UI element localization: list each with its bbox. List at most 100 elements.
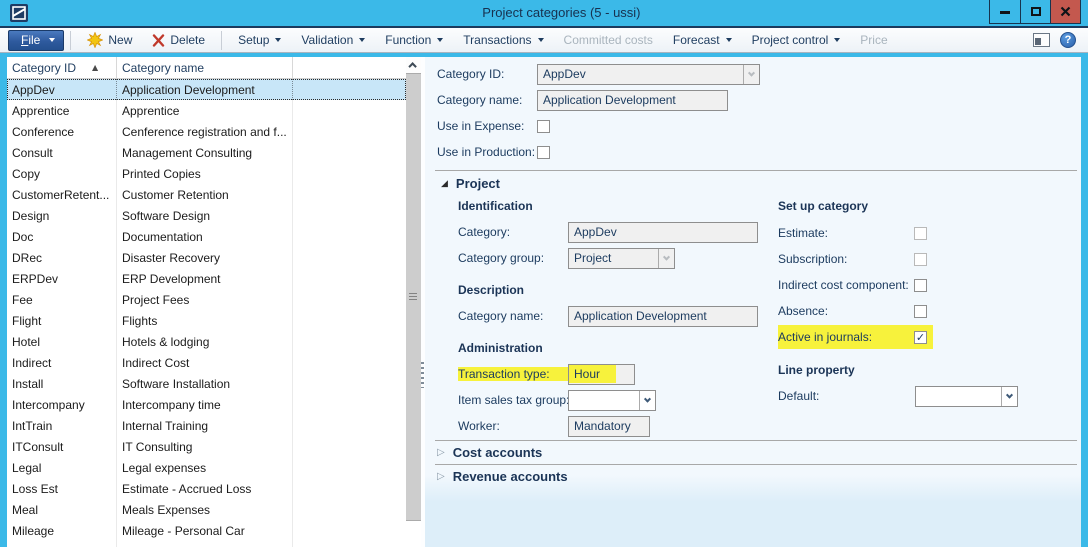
checkbox[interactable]	[914, 305, 927, 318]
transaction-type-field[interactable]: Hour	[568, 364, 635, 385]
cell-category-id[interactable]: CustomerRetent...	[7, 184, 117, 205]
column-header-category-name[interactable]: Category name	[117, 57, 293, 78]
description-category-name-field[interactable]: Application Development	[568, 306, 758, 327]
chevron-down-icon[interactable]	[743, 65, 759, 84]
use-in-expense-checkbox[interactable]	[537, 120, 550, 133]
table-row[interactable]: Flight Flights	[7, 310, 406, 331]
use-in-production-checkbox[interactable]	[537, 146, 550, 159]
table-row[interactable]: ERPDev ERP Development	[7, 268, 406, 289]
menu-validation[interactable]: Validation	[291, 30, 375, 51]
cell-category-name[interactable]: Flights	[117, 310, 293, 331]
cell-category-name[interactable]: Mileage - Personal Car	[117, 520, 293, 541]
cell-category-name[interactable]: Software Installation	[117, 373, 293, 394]
cell-category-id[interactable]: Meal	[7, 499, 117, 520]
cell-category-name[interactable]: Management Consulting	[117, 142, 293, 163]
table-row[interactable]: Conference Cenference registration and f…	[7, 121, 406, 142]
table-row[interactable]: Hotel Hotels & lodging	[7, 331, 406, 352]
cell-category-name[interactable]: Meals Expenses	[117, 499, 293, 520]
checkbox[interactable]	[914, 253, 927, 266]
checkbox[interactable]	[914, 279, 927, 292]
help-icon[interactable]: ?	[1060, 32, 1076, 48]
minimize-button[interactable]	[990, 0, 1020, 23]
table-row[interactable]: Consult Management Consulting	[7, 142, 406, 163]
cell-category-name[interactable]: ERP Development	[117, 268, 293, 289]
delete-button[interactable]: Delete	[142, 30, 215, 51]
cell-category-name[interactable]: Application Development	[117, 79, 293, 100]
menu-setup[interactable]: Setup	[228, 30, 291, 51]
cell-category-id[interactable]: Hotel	[7, 331, 117, 352]
table-row[interactable]: Loss Est Estimate - Accrued Loss	[7, 478, 406, 499]
cell-category-name[interactable]: Customer Retention	[117, 184, 293, 205]
chevron-down-icon[interactable]	[658, 249, 674, 268]
section-project[interactable]: ◢ Project	[441, 176, 500, 191]
category-id-combobox[interactable]: AppDev	[537, 64, 760, 85]
maximize-button[interactable]	[1020, 0, 1050, 23]
new-button[interactable]: New	[77, 30, 142, 51]
grid-scrollbar[interactable]	[406, 57, 421, 547]
menu-project-control[interactable]: Project control	[742, 30, 851, 51]
scrollbar-thumb[interactable]	[406, 73, 421, 521]
chevron-down-icon[interactable]	[639, 391, 655, 410]
cell-category-name[interactable]: Intercompany time	[117, 394, 293, 415]
category-group-combobox[interactable]: Project	[568, 248, 675, 269]
table-row[interactable]: Install Software Installation	[7, 373, 406, 394]
cell-category-name[interactable]: IT Consulting	[117, 436, 293, 457]
table-row[interactable]: Legal Legal expenses	[7, 457, 406, 478]
file-menu-button[interactable]: File	[8, 30, 64, 51]
table-row[interactable]: Copy Printed Copies	[7, 163, 406, 184]
cell-category-id[interactable]: Consult	[7, 142, 117, 163]
cell-category-id[interactable]: ITConsult	[7, 436, 117, 457]
table-row[interactable]: CustomerRetent... Customer Retention	[7, 184, 406, 205]
menu-function[interactable]: Function	[375, 30, 453, 51]
category-name-field[interactable]: Application Development	[537, 90, 728, 111]
worker-field[interactable]: Mandatory	[568, 416, 650, 437]
item-sales-tax-group-combobox[interactable]	[568, 390, 656, 411]
table-row[interactable]: Apprentice Apprentice	[7, 100, 406, 121]
chevron-down-icon[interactable]	[1001, 387, 1017, 406]
cell-category-id[interactable]: PM...	[7, 541, 117, 547]
section-revenue-accounts[interactable]: ▷ Revenue accounts	[437, 469, 568, 484]
table-row[interactable]: Doc Documentation	[7, 226, 406, 247]
cell-category-id[interactable]: Mileage	[7, 520, 117, 541]
cell-category-id[interactable]: Design	[7, 205, 117, 226]
table-row[interactable]: Fee Project Fees	[7, 289, 406, 310]
cell-category-id[interactable]: Apprentice	[7, 100, 117, 121]
checkbox[interactable]	[914, 331, 927, 344]
close-button[interactable]	[1050, 0, 1080, 23]
cell-category-id[interactable]: IntTrain	[7, 415, 117, 436]
cell-category-id[interactable]: Legal	[7, 457, 117, 478]
cell-category-id[interactable]: Fee	[7, 289, 117, 310]
cell-category-id[interactable]: Install	[7, 373, 117, 394]
default-combobox[interactable]	[915, 386, 1018, 407]
table-row[interactable]: Indirect Indirect Cost	[7, 352, 406, 373]
cell-category-id[interactable]: AppDev	[7, 79, 117, 100]
cell-category-name[interactable]: Indirect Cost	[117, 352, 293, 373]
cell-category-name[interactable]: Estimate - Accrued Loss	[117, 478, 293, 499]
checkbox[interactable]	[914, 227, 927, 240]
cell-category-id[interactable]: Loss Est	[7, 478, 117, 499]
table-row[interactable]: Meal Meals Expenses	[7, 499, 406, 520]
cell-category-id[interactable]: Doc	[7, 226, 117, 247]
cell-category-name[interactable]: Internal Training	[117, 415, 293, 436]
cell-category-name[interactable]: Legal expenses	[117, 457, 293, 478]
cell-category-id[interactable]: DRec	[7, 247, 117, 268]
table-row[interactable]: AppDev Application Development	[7, 79, 406, 100]
table-row[interactable]: PM... Project Management	[7, 541, 406, 547]
menu-transactions[interactable]: Transactions	[453, 30, 553, 51]
cell-category-name[interactable]: Hotels & lodging	[117, 331, 293, 352]
layout-icon[interactable]	[1033, 33, 1050, 47]
cell-category-id[interactable]: Indirect	[7, 352, 117, 373]
cell-category-name[interactable]: Disaster Recovery	[117, 247, 293, 268]
table-row[interactable]: Design Software Design	[7, 205, 406, 226]
cell-category-name[interactable]: Project Management	[117, 541, 293, 547]
cell-category-name[interactable]: Apprentice	[117, 100, 293, 121]
table-row[interactable]: Mileage Mileage - Personal Car	[7, 520, 406, 541]
table-row[interactable]: IntTrain Internal Training	[7, 415, 406, 436]
category-field[interactable]: AppDev	[568, 222, 758, 243]
cell-category-id[interactable]: Flight	[7, 310, 117, 331]
table-row[interactable]: ITConsult IT Consulting	[7, 436, 406, 457]
column-header-category-id[interactable]: Category ID ▲	[7, 57, 117, 78]
menu-forecast[interactable]: Forecast	[663, 30, 742, 51]
cell-category-id[interactable]: Intercompany	[7, 394, 117, 415]
cell-category-name[interactable]: Printed Copies	[117, 163, 293, 184]
